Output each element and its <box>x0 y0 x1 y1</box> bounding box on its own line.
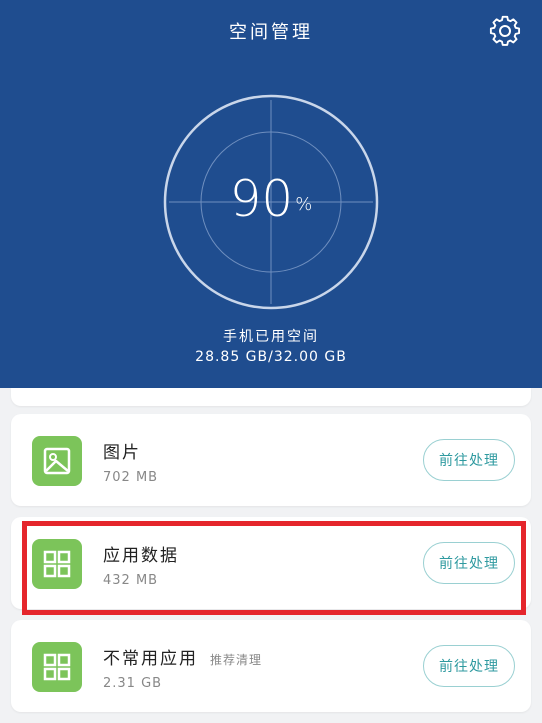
used-percent: 90% <box>163 164 379 234</box>
item-name: 不常用应用 推荐清理 <box>103 649 263 669</box>
item-name: 图片 <box>103 443 141 463</box>
gear-icon <box>489 15 521 46</box>
recommend-tag: 推荐清理 <box>210 653 263 667</box>
image-icon <box>32 436 82 486</box>
previous-card-edge <box>11 388 531 406</box>
page-title: 空间管理 <box>229 22 313 43</box>
item-size: 2.31 GB <box>103 676 163 691</box>
used-percent-value: 90 <box>229 170 294 228</box>
settings-button[interactable] <box>486 12 524 50</box>
used-space-label: 手机已用空间 <box>223 329 319 345</box>
header: 空间管理 90% 手机已用空间 28.85 GB/32.00 GB <box>0 0 542 388</box>
grid-icon <box>32 642 82 692</box>
list-item-pictures[interactable]: 图片 702 MB 前往处理 <box>11 414 531 506</box>
used-space-value: 28.85 GB/32.00 GB <box>195 349 347 365</box>
percent-sign: % <box>295 194 313 215</box>
list-item-unused-apps[interactable]: 不常用应用 推荐清理 2.31 GB 前往处理 <box>11 620 531 712</box>
storage-gauge: 90% <box>163 94 379 310</box>
go-process-button[interactable]: 前往处理 <box>423 439 515 481</box>
item-size: 702 MB <box>103 470 159 485</box>
go-process-button[interactable]: 前往处理 <box>423 645 515 687</box>
highlight-box <box>22 521 526 615</box>
